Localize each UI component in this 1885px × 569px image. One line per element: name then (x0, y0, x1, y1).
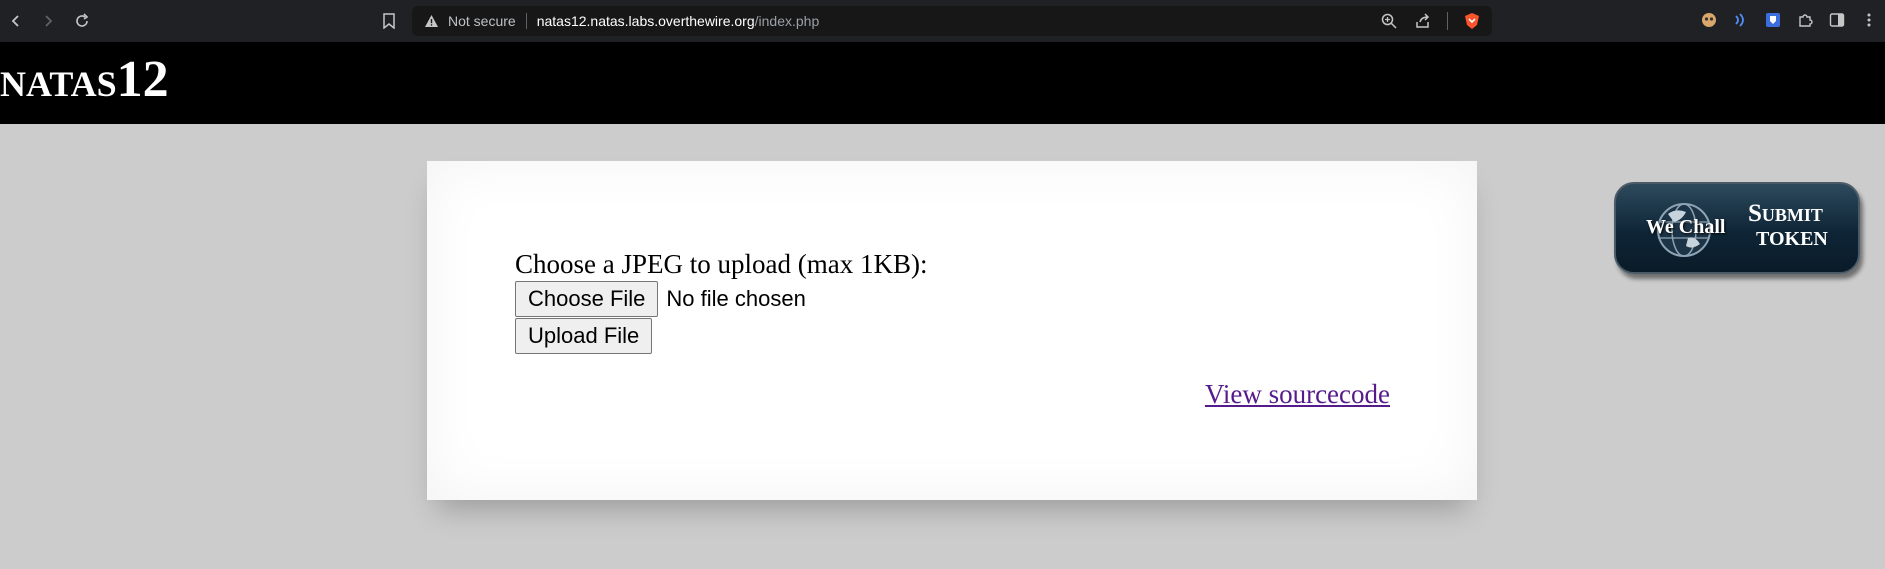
view-sourcecode-link[interactable]: View sourcecode (1205, 379, 1390, 410)
upload-file-button[interactable]: Upload File (515, 318, 653, 354)
brave-shield-icon[interactable] (1462, 11, 1482, 31)
divider (525, 13, 527, 29)
back-icon[interactable] (4, 9, 28, 33)
divider (1447, 12, 1448, 30)
url-host: natas12.natas.labs.overthewire.org (536, 13, 755, 29)
page-title: natas12 (0, 51, 169, 108)
warning-icon (424, 13, 440, 29)
wechall-submit-label: Submit (1748, 200, 1823, 227)
file-status: No file chosen (666, 286, 806, 311)
file-input[interactable]: Choose File No file chosen (515, 281, 806, 317)
menu-icon[interactable] (1859, 9, 1879, 31)
upload-label: Choose a JPEG to upload (max 1KB): (515, 249, 928, 279)
extension-audio-icon[interactable] (1731, 9, 1751, 31)
content-panel: Choose a JPEG to upload (max 1KB): Choos… (427, 161, 1477, 500)
wechall-submit-token-button[interactable]: We Chall Submit TOKEN (1614, 182, 1860, 274)
extensions-puzzle-icon[interactable] (1795, 9, 1815, 31)
security-label[interactable]: Not secure (448, 13, 516, 29)
browser-toolbar: Not secure natas12.natas.labs.overthewir… (0, 0, 1885, 42)
share-icon[interactable] (1413, 11, 1433, 31)
extensions-area (1699, 9, 1879, 31)
wechall-brand: We Chall (1646, 216, 1726, 238)
reload-icon[interactable] (70, 9, 94, 33)
sidebar-icon[interactable] (1827, 9, 1847, 31)
bookmark-icon[interactable] (379, 10, 399, 32)
extension-avatar-icon[interactable] (1699, 9, 1719, 31)
extension-bitwarden-icon[interactable] (1763, 9, 1783, 31)
site-header: natas12 (0, 42, 1885, 124)
wechall-token-label: TOKEN (1756, 228, 1828, 250)
zoom-icon[interactable] (1379, 11, 1399, 31)
url-path: /index.php (754, 13, 820, 29)
forward-icon[interactable] (36, 9, 60, 33)
address-bar[interactable]: Not secure natas12.natas.labs.overthewir… (412, 6, 1492, 36)
choose-file-button[interactable]: Choose File (515, 281, 659, 317)
